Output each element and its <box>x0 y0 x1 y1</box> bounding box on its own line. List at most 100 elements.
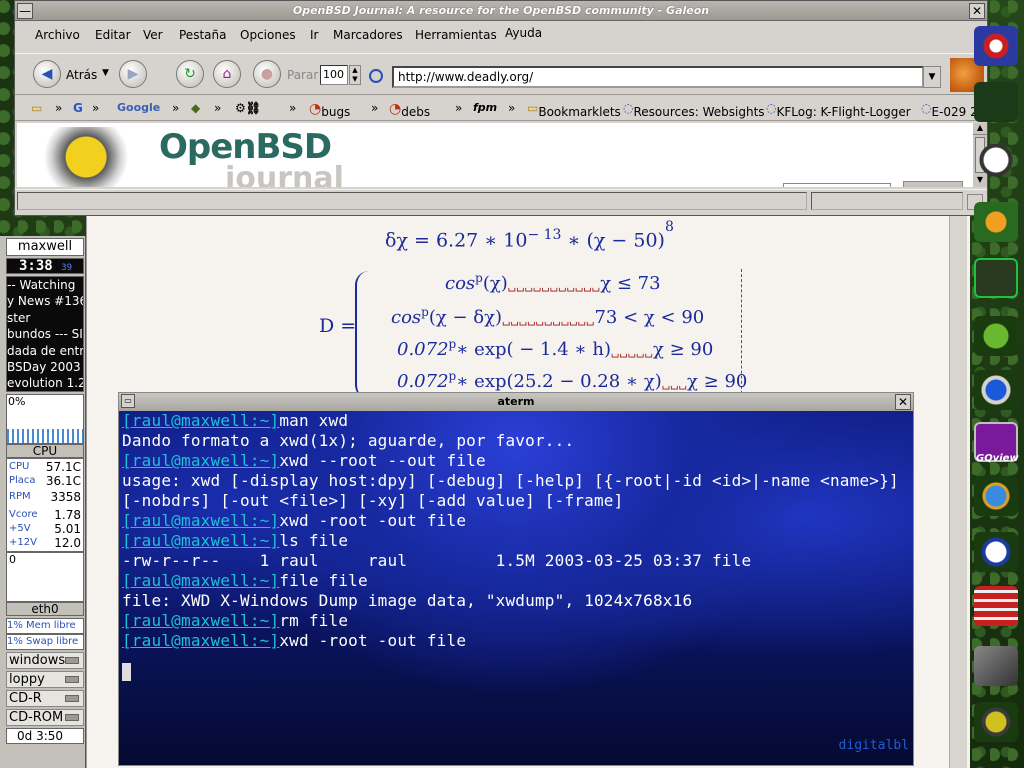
left-monitor-panel: maxwell 3:38 39 -- Watching y News #136 st… <box>0 236 86 768</box>
close-icon[interactable]: ✕ <box>969 3 985 19</box>
command-line: [raul@maxwell:~]xwd --root --out file <box>122 451 486 470</box>
shell-prompt: [raul@maxwell:~] <box>122 411 280 430</box>
globe-icon[interactable] <box>974 476 1018 516</box>
bookmark-resources-websights[interactable]: ◌ Resources: Websights <box>623 101 765 119</box>
chevron-icon: » <box>55 101 63 115</box>
penguin-icon[interactable] <box>974 532 1018 572</box>
navigation-toolbar: ◀ Atrás ▼ ▶ ↻ ⌂ ● Parar 100 ▲ ▼ http://ww… <box>15 53 987 95</box>
menu-pestana[interactable]: Pestaña <box>179 28 226 42</box>
search-button[interactable] <box>903 181 963 187</box>
terminal-output[interactable]: [raul@maxwell:~]man xwd Dando formato a x… <box>119 411 913 765</box>
home-icon[interactable]: ⌂ <box>213 60 241 88</box>
google-groups-logo[interactable]: Google <box>117 101 160 114</box>
output-line: file: XWD X-Windows Dump image data, "xw… <box>122 591 693 610</box>
gqview-icon[interactable]: GQview <box>974 422 1019 464</box>
shell-prompt: [raul@maxwell:~] <box>122 451 280 470</box>
sensors-panel: CPU 57.1C Placa 36.1C RPM 3358 Vcore 1.78 +5… <box>6 458 84 552</box>
document-scrollbar[interactable] <box>949 205 967 768</box>
close-icon[interactable]: ✕ <box>895 394 911 410</box>
shell-prompt: [raul@maxwell:~] <box>122 531 280 550</box>
terminal-icon[interactable] <box>974 258 1018 298</box>
menu-editar[interactable]: Editar <box>95 28 131 42</box>
window-menu-button[interactable]: — <box>17 3 33 19</box>
menu-marcadores[interactable]: Marcadores <box>333 28 403 42</box>
menu-archivo[interactable]: Archivo <box>35 28 80 42</box>
zoom-stepper[interactable]: ▲ ▼ <box>349 65 361 85</box>
terminal-title: aterm <box>119 393 913 411</box>
menu-ir[interactable]: Ir <box>310 28 318 42</box>
back-arrow-icon[interactable]: ◀ <box>33 60 61 88</box>
mount-cdrom-button[interactable]: CD-ROM <box>6 709 84 726</box>
bookmark-bookmarklets[interactable]: ▭ Bookmarklets <box>527 101 621 119</box>
debian-icon[interactable] <box>974 26 1018 66</box>
chevron-icon: » <box>92 101 100 115</box>
output-line: Dando formato a xwd(1x); aguarde, por fa… <box>122 431 575 450</box>
bookmark-fpm[interactable]: fpm <box>473 101 497 114</box>
stop-icon[interactable]: ● <box>253 60 281 88</box>
google-g-icon[interactable]: G <box>73 101 83 115</box>
cpu-graph: 0% <box>6 394 84 444</box>
wallpaper-watermark: digitalbl <box>838 738 909 753</box>
site-logo-subtext: journal <box>225 161 344 187</box>
mount-cdr-button[interactable]: CD-R <box>6 690 84 707</box>
chip-icon[interactable] <box>974 646 1018 686</box>
status-bar <box>15 189 987 213</box>
folder-icon[interactable]: ▭ <box>31 101 42 115</box>
chevron-icon: » <box>289 101 297 115</box>
menu-bar: Archivo Editar Ver Pestaña Opciones Ir M… <box>15 23 987 47</box>
dockapp-icon[interactable] <box>974 82 1018 122</box>
zoom-input[interactable]: 100 <box>320 65 348 85</box>
shell-prompt: [raul@maxwell:~] <box>122 631 280 650</box>
command-line: [raul@maxwell:~]ls file <box>122 531 349 550</box>
puffy-mascot-image <box>33 127 151 187</box>
galeon-window: OpenBSD Journal: A resource for the Open… <box>14 0 988 216</box>
url-dropdown-icon[interactable]: ▼ <box>923 66 941 88</box>
plant-icon[interactable] <box>974 316 1018 356</box>
bookmark-bugs[interactable]: ◔ bugs <box>309 101 350 119</box>
equation-case-row: 0.072p∗ exp(25.2 − 0.28 ∗ χ)␣␣␣χ ≥ 90 <box>397 369 748 392</box>
mount-floppy-button[interactable]: loppy <box>6 671 84 688</box>
command-line: [raul@maxwell:~]file file <box>122 571 368 590</box>
chevron-icon: » <box>172 101 180 115</box>
reload-dock-icon[interactable] <box>974 370 1018 410</box>
duck-icon[interactable] <box>974 202 1018 242</box>
reload-icon[interactable]: ↻ <box>176 60 204 88</box>
bookmarks-toolbar: ▭ » G » Google » ◆ » ⚙⛓ » ◔ bugs » ◔ debs … <box>15 97 987 121</box>
equation-delta-chi: δχ = 6.27 ∗ 10− 13 ∗ (χ − 50)8 <box>385 219 674 252</box>
shell-prompt: [raul@maxwell:~] <box>122 511 280 530</box>
mount-windows-button[interactable]: windows <box>6 652 84 669</box>
tools-logo-icon[interactable]: ⚙⛓ <box>235 101 261 115</box>
cd-icon[interactable] <box>974 702 1018 742</box>
chevron-icon: » <box>508 101 516 115</box>
shell-prompt: [raul@maxwell:~] <box>122 571 280 590</box>
brace <box>355 271 377 399</box>
grid-app-icon[interactable] <box>974 586 1018 626</box>
back-history-dropdown-icon[interactable]: ▼ <box>102 68 109 78</box>
menu-opciones[interactable]: Opciones <box>240 28 296 42</box>
equation-d-label: D = <box>319 315 357 337</box>
window-menu-button[interactable]: ▭ <box>121 394 135 408</box>
url-input[interactable]: http://www.deadly.org/ <box>392 66 924 88</box>
status-text <box>17 192 807 210</box>
progress-area <box>811 192 963 210</box>
command-line: [raul@maxwell:~]man xwd <box>122 411 349 430</box>
back-label[interactable]: Atrás <box>66 68 97 82</box>
uptime-label: 0d 3:50 <box>6 728 84 744</box>
output-line: usage: xwd [-display host:dpy] [-debug] … <box>122 471 899 490</box>
command-line: [raul@maxwell:~]rm file <box>122 611 349 630</box>
search-input[interactable] <box>783 183 891 187</box>
bookmark-debs[interactable]: ◔ debs <box>389 101 430 119</box>
clock: 3:38 39 <box>6 258 84 274</box>
book-icon[interactable]: ◆ <box>191 101 200 115</box>
menu-herramientas[interactable]: Herramientas <box>415 28 497 42</box>
bookmark-kflog[interactable]: ◌ KFLog: K-Flight-Logger <box>766 101 911 119</box>
forward-arrow-icon[interactable]: ▶ <box>119 60 147 88</box>
right-dock: GQview <box>970 20 1024 768</box>
ghost-icon[interactable] <box>974 144 1018 184</box>
menu-ayuda[interactable]: Ayuda <box>505 26 542 40</box>
network-graph: 0 <box>6 552 84 602</box>
bookmark-e029[interactable]: ◌ E-029 20 <box>921 101 985 119</box>
aterm-window[interactable]: aterm ▭ ✕ [raul@maxwell:~]man xwd Dando f… <box>118 392 914 766</box>
memory-meter: 1% Mem libre <box>6 618 84 634</box>
menu-ver[interactable]: Ver <box>143 28 163 42</box>
